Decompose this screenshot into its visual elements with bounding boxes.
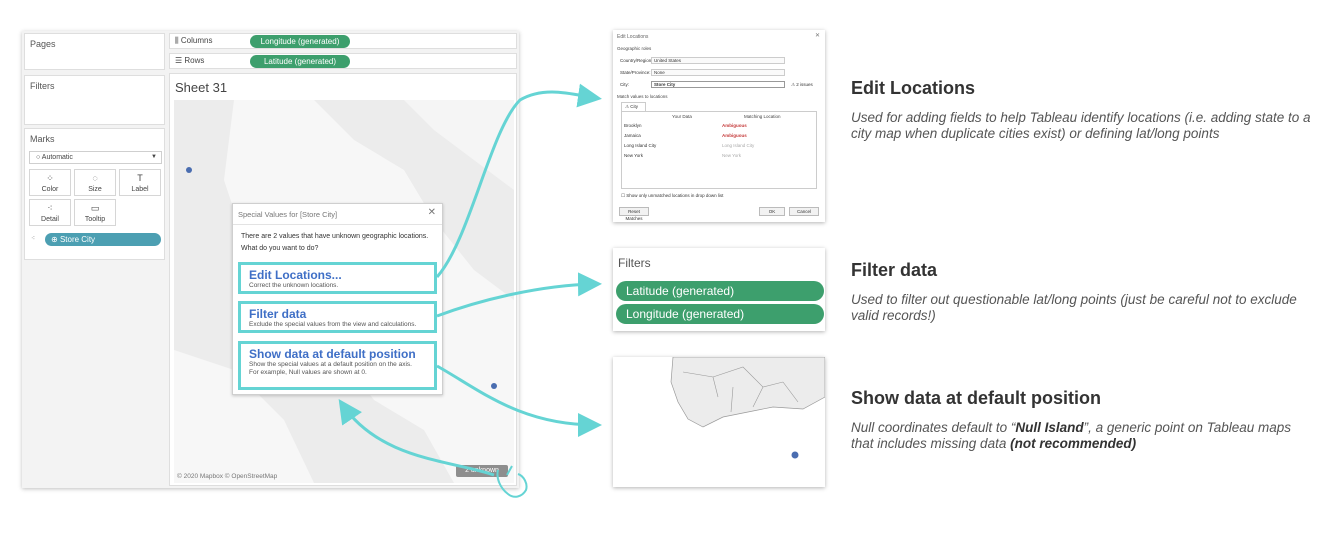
callout-arrows: [338, 83, 602, 498]
arrow-unknown-indicator: [338, 399, 495, 477]
arrow-default-position: [436, 364, 602, 437]
arrow-edit-locations: [435, 83, 602, 278]
arrow-filter-data: [436, 272, 602, 318]
hand-cursor-icon: [496, 465, 528, 498]
